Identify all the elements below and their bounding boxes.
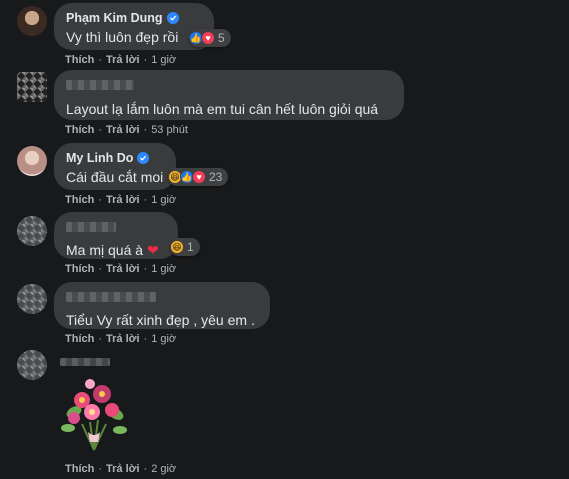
heart-emoji-icon: ❤ (146, 242, 159, 258)
timestamp[interactable]: 1 giờ (151, 333, 176, 345)
comment-actions: Thích · Trả lời · 1 giờ (65, 194, 176, 206)
blurred-author-name[interactable] (60, 358, 110, 366)
comment-bubble: Layout lạ lắm luôn mà em tui cân hết luô… (54, 70, 404, 120)
reply-button[interactable]: Trả lời (106, 194, 140, 206)
reaction-count: 1 (187, 240, 194, 254)
reaction-summary[interactable]: 😆 1 (170, 238, 200, 256)
separator: · (143, 463, 148, 475)
like-button[interactable]: Thích (65, 333, 94, 345)
comment-text: Cái đầu cắt moi (66, 169, 164, 185)
reaction-count: 5 (218, 31, 225, 45)
blurred-author-name[interactable] (66, 222, 116, 232)
timestamp[interactable]: 1 giờ (151, 263, 176, 275)
like-button[interactable]: Thích (65, 263, 94, 275)
comment-bubble: Tiểu Vy rất xinh đẹp , yêu em . (54, 282, 270, 329)
timestamp[interactable]: 1 giờ (151, 54, 176, 66)
separator: · (98, 54, 103, 66)
reaction-count: 23 (209, 170, 223, 184)
comment-author[interactable]: Phạm Kim Dung (66, 11, 202, 25)
verified-badge-icon (137, 152, 150, 164)
separator: · (143, 333, 148, 345)
separator: · (98, 124, 103, 136)
haha-reaction-icon: 😆 (170, 240, 184, 254)
reply-button[interactable]: Trả lời (106, 124, 140, 136)
comment-text: Ma mị quá à ❤ (66, 241, 166, 259)
love-reaction-icon: ♥ (192, 170, 206, 184)
comment-bubble: Ma mị quá à ❤ (54, 212, 178, 259)
reply-button[interactable]: Trả lời (106, 54, 140, 66)
timestamp[interactable]: 53 phút (151, 124, 188, 136)
comment-text: Tiểu Vy rất xinh đẹp , yêu em . (66, 312, 255, 328)
reply-button[interactable]: Trả lời (106, 333, 140, 345)
separator: · (98, 263, 103, 275)
comment-text: Layout lạ lắm luôn mà em tui cân hết luô… (66, 101, 379, 117)
comment-actions: Thích · Trả lời · 2 giờ (65, 463, 176, 475)
blurred-author-name[interactable] (66, 80, 134, 90)
avatar[interactable] (17, 6, 47, 36)
reaction-summary[interactable]: 👍 ♥ 5 (189, 29, 231, 47)
author-name[interactable]: Phạm Kim Dung (66, 11, 163, 25)
comment-actions: Thích · Trả lời · 53 phút (65, 124, 188, 136)
timestamp[interactable]: 1 giờ (151, 194, 176, 206)
like-button[interactable]: Thích (65, 124, 94, 136)
comment-actions: Thích · Trả lời · 1 giờ (65, 333, 176, 345)
comment-actions: Thích · Trả lời · 1 giờ (65, 54, 176, 66)
like-button[interactable]: Thích (65, 194, 94, 206)
separator: · (143, 194, 148, 206)
separator: · (98, 333, 103, 345)
love-reaction-icon: ♥ (201, 31, 215, 45)
comment-text-content: Ma mị quá à (66, 242, 144, 258)
like-button[interactable]: Thích (65, 463, 94, 475)
avatar[interactable] (17, 350, 47, 380)
timestamp[interactable]: 2 giờ (151, 463, 176, 475)
reply-button[interactable]: Trả lời (106, 263, 140, 275)
author-name[interactable]: My Linh Do (66, 151, 133, 165)
comment-actions: Thích · Trả lời · 1 giờ (65, 263, 176, 275)
avatar[interactable] (17, 284, 47, 314)
separator: · (98, 194, 103, 206)
flower-bouquet-icon (61, 379, 127, 451)
flower-bouquet-sticker[interactable] (54, 372, 134, 452)
comment-bubble: My Linh Do Cái đầu cắt moi (54, 143, 176, 190)
separator: · (98, 463, 103, 475)
blurred-author-name[interactable] (66, 292, 156, 302)
separator: · (143, 54, 148, 66)
avatar[interactable] (17, 216, 47, 246)
comment-author[interactable]: My Linh Do (66, 151, 164, 165)
like-button[interactable]: Thích (65, 54, 94, 66)
reply-button[interactable]: Trả lời (106, 463, 140, 475)
avatar[interactable] (17, 72, 47, 102)
avatar[interactable] (17, 146, 47, 176)
separator: · (143, 124, 148, 136)
separator: · (143, 263, 148, 275)
reaction-summary[interactable]: 😆 👍 ♥ 23 (168, 168, 229, 186)
verified-badge-icon (166, 12, 179, 24)
comment-text: Vy thì luôn đẹp rồi (66, 29, 179, 45)
